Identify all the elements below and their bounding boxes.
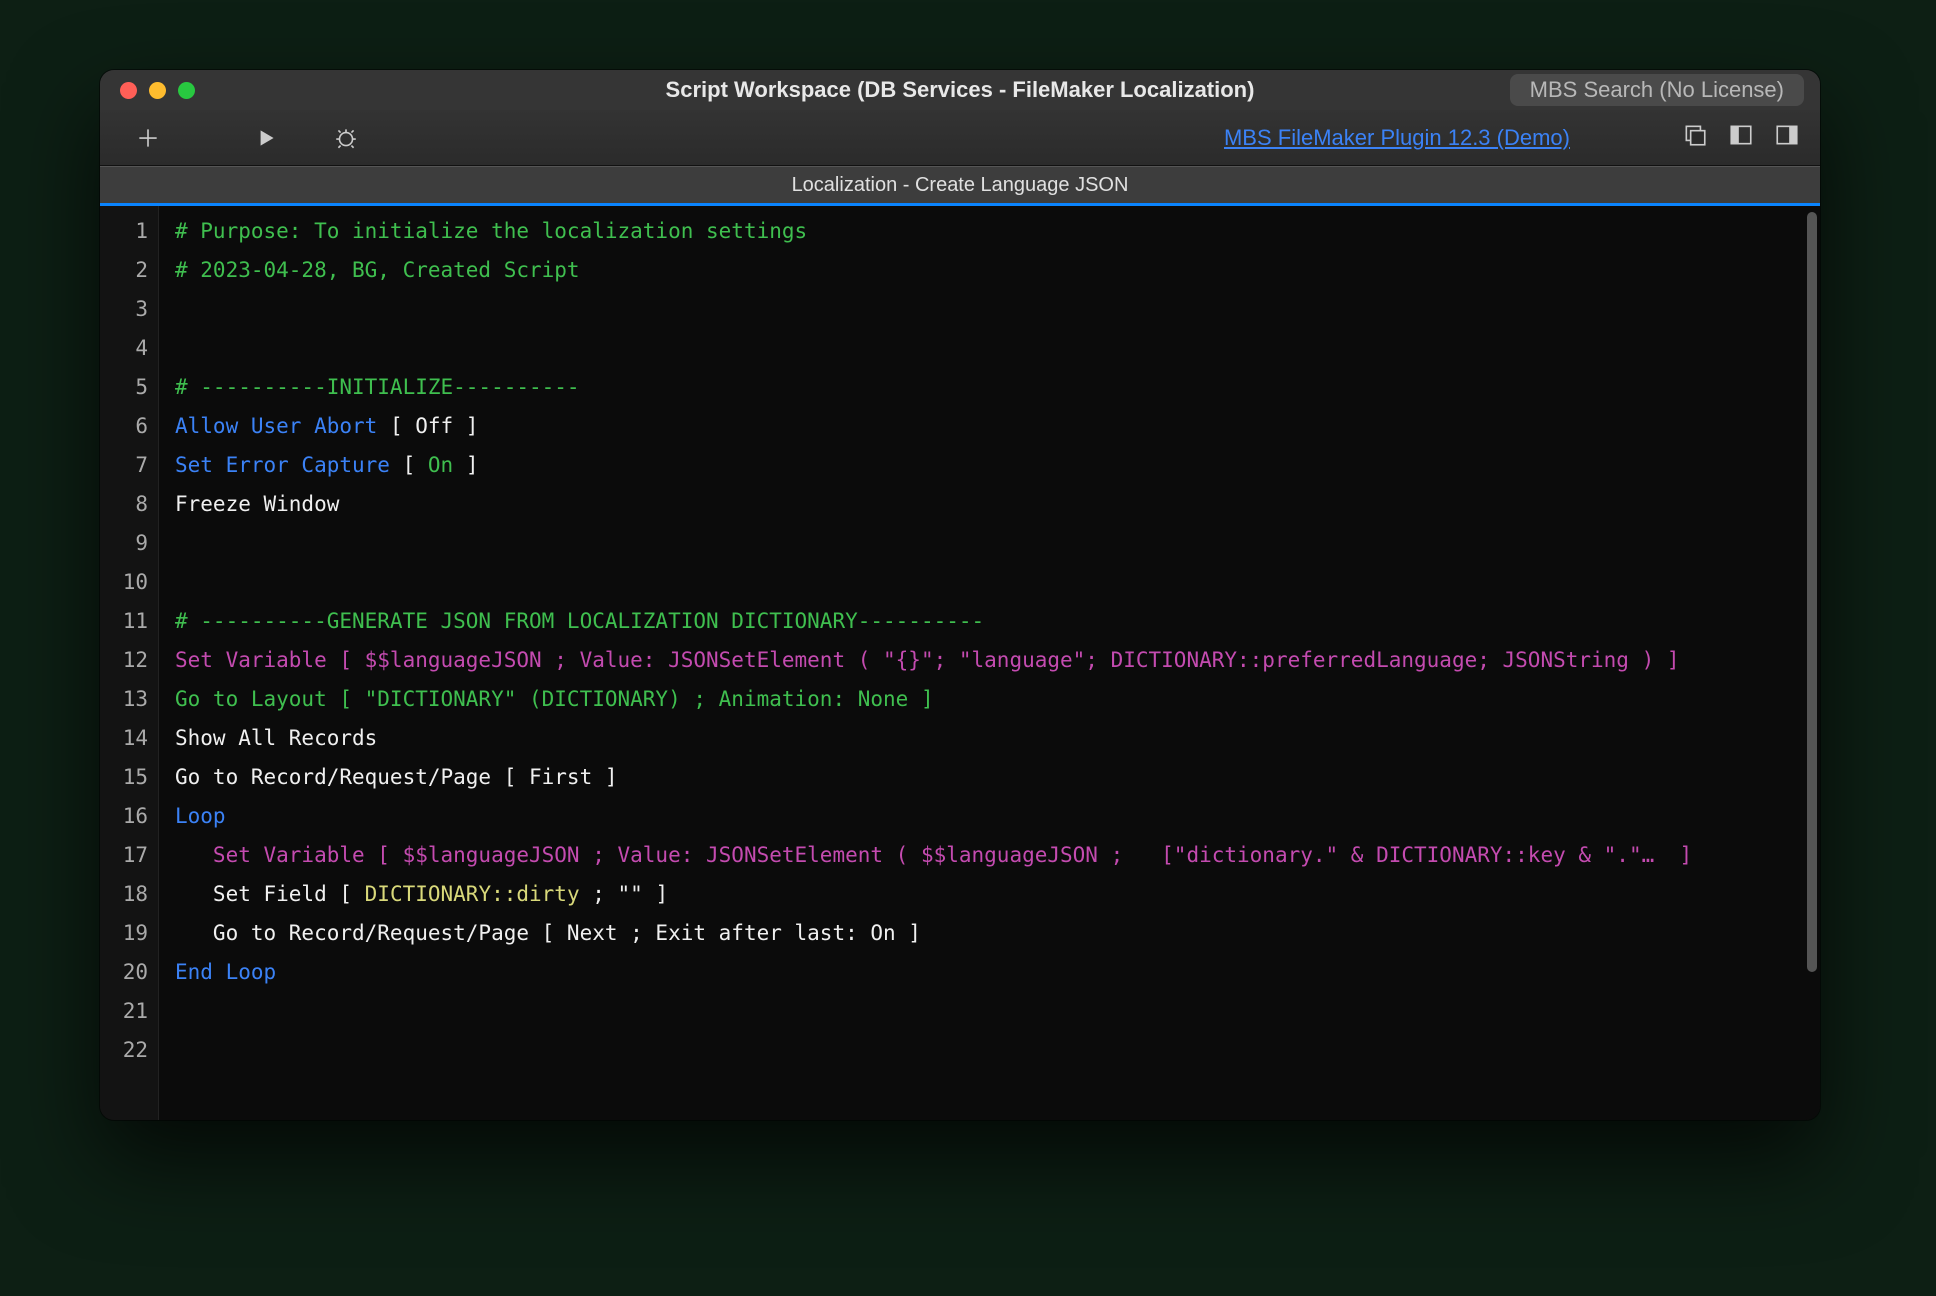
zoom-icon[interactable] xyxy=(178,82,195,99)
close-icon[interactable] xyxy=(120,82,137,99)
vertical-scrollbar[interactable] xyxy=(1804,206,1820,1120)
mbs-plugin-link[interactable]: MBS FileMaker Plugin 12.3 (Demo) xyxy=(1224,125,1570,151)
script-step[interactable] xyxy=(175,992,1804,1031)
minimize-icon[interactable] xyxy=(149,82,166,99)
line-number: 14 xyxy=(100,719,158,758)
script-tab[interactable]: Localization - Create Language JSON xyxy=(100,166,1820,203)
new-script-button[interactable] xyxy=(128,118,168,158)
play-icon xyxy=(253,125,279,151)
line-number: 11 xyxy=(100,602,158,641)
script-step[interactable]: Go to Record/Request/Page [ First ] xyxy=(175,758,1804,797)
line-number: 12 xyxy=(100,641,158,680)
script-step[interactable]: Freeze Window xyxy=(175,485,1804,524)
line-number: 9 xyxy=(100,524,158,563)
titlebar: Script Workspace (DB Services - FileMake… xyxy=(100,70,1820,110)
script-step[interactable]: Set Variable [ $$languageJSON ; Value: J… xyxy=(175,641,1804,680)
line-number: 19 xyxy=(100,914,158,953)
right-toolbar xyxy=(1682,122,1800,153)
line-number: 10 xyxy=(100,563,158,602)
script-editor[interactable]: 12345678910111213141516171819202122 # Pu… xyxy=(100,206,1820,1120)
script-step[interactable]: Set Variable [ $$languageJSON ; Value: J… xyxy=(175,836,1804,875)
script-step[interactable] xyxy=(175,329,1804,368)
script-step[interactable]: # ----------INITIALIZE---------- xyxy=(175,368,1804,407)
scrollbar-thumb[interactable] xyxy=(1807,212,1817,972)
line-number: 20 xyxy=(100,953,158,992)
bug-icon xyxy=(333,125,359,151)
line-number: 22 xyxy=(100,1031,158,1070)
line-number: 6 xyxy=(100,407,158,446)
toolbar: MBS FileMaker Plugin 12.3 (Demo) xyxy=(100,110,1820,166)
script-step[interactable]: # 2023-04-28, BG, Created Script xyxy=(175,251,1804,290)
line-number: 7 xyxy=(100,446,158,485)
script-step[interactable]: Go to Layout [ "DICTIONARY" (DICTIONARY)… xyxy=(175,680,1804,719)
mbs-search-input[interactable]: MBS Search (No License) xyxy=(1510,74,1804,106)
duplicate-icon xyxy=(1682,122,1708,148)
line-number: 2 xyxy=(100,251,158,290)
script-step[interactable] xyxy=(175,563,1804,602)
traffic-lights xyxy=(100,82,195,99)
plus-icon xyxy=(135,125,161,151)
script-tab-label: Localization - Create Language JSON xyxy=(792,174,1129,197)
run-script-button[interactable] xyxy=(246,118,286,158)
script-step[interactable]: Set Field [ DICTIONARY::dirty ; "" ] xyxy=(175,875,1804,914)
right-panel-toggle[interactable] xyxy=(1774,122,1800,153)
script-step[interactable]: # Purpose: To initialize the localizatio… xyxy=(175,212,1804,251)
line-number: 13 xyxy=(100,680,158,719)
line-number: 4 xyxy=(100,329,158,368)
script-step[interactable]: Loop xyxy=(175,797,1804,836)
line-number: 18 xyxy=(100,875,158,914)
line-number: 16 xyxy=(100,797,158,836)
line-number: 17 xyxy=(100,836,158,875)
duplicate-button[interactable] xyxy=(1682,122,1708,153)
script-step[interactable]: Set Error Capture [ On ] xyxy=(175,446,1804,485)
script-step[interactable]: End Loop xyxy=(175,953,1804,992)
panel-left-icon xyxy=(1728,122,1754,148)
script-step[interactable]: Show All Records xyxy=(175,719,1804,758)
script-step[interactable]: Allow User Abort [ Off ] xyxy=(175,407,1804,446)
script-step[interactable] xyxy=(175,290,1804,329)
panel-right-icon xyxy=(1774,122,1800,148)
line-number: 15 xyxy=(100,758,158,797)
line-number: 3 xyxy=(100,290,158,329)
debug-script-button[interactable] xyxy=(326,118,366,158)
script-step[interactable] xyxy=(175,524,1804,563)
left-panel-toggle[interactable] xyxy=(1728,122,1754,153)
script-workspace-window: Script Workspace (DB Services - FileMake… xyxy=(100,70,1820,1120)
line-number-gutter: 12345678910111213141516171819202122 xyxy=(100,206,159,1120)
script-step[interactable] xyxy=(175,1031,1804,1070)
script-code-area[interactable]: # Purpose: To initialize the localizatio… xyxy=(159,206,1804,1120)
line-number: 1 xyxy=(100,212,158,251)
script-step[interactable]: Go to Record/Request/Page [ Next ; Exit … xyxy=(175,914,1804,953)
line-number: 21 xyxy=(100,992,158,1031)
line-number: 8 xyxy=(100,485,158,524)
script-step[interactable]: # ----------GENERATE JSON FROM LOCALIZAT… xyxy=(175,602,1804,641)
line-number: 5 xyxy=(100,368,158,407)
